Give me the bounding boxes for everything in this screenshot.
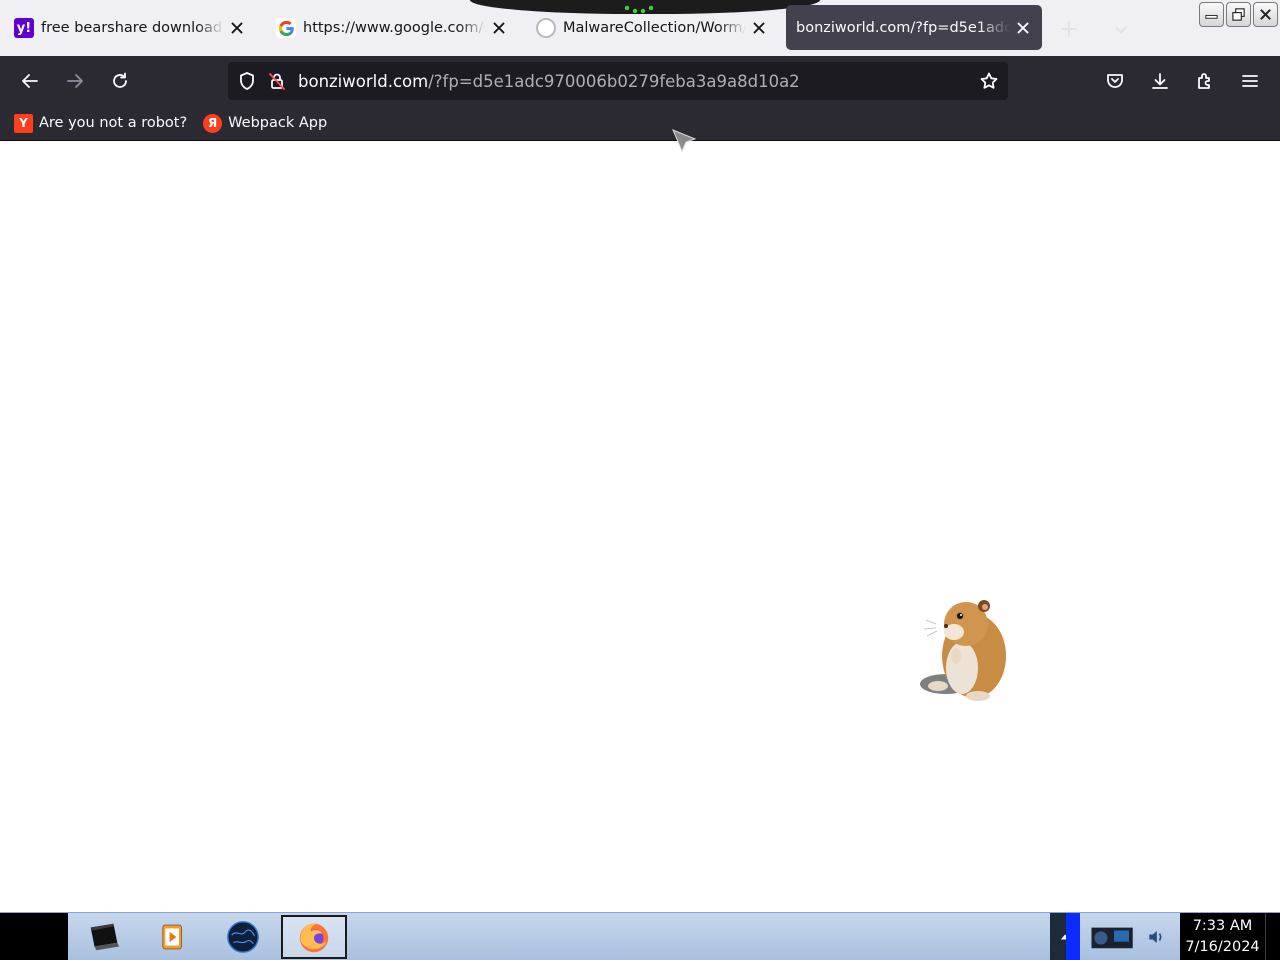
forward-arrow-icon (67, 74, 83, 88)
firefox-app-icon[interactable] (281, 915, 347, 959)
show-desktop-button[interactable] (1265, 913, 1280, 960)
extensions-button[interactable] (1190, 66, 1220, 96)
app-menu-button[interactable] (1235, 66, 1265, 96)
bookmarks-toolbar: Y Are you not a robot? Я Webpack App (0, 106, 1280, 141)
speaker-tray-icon[interactable] (1146, 927, 1166, 947)
bookmark-star-icon[interactable] (978, 70, 1000, 92)
close-tab-icon[interactable] (490, 19, 508, 37)
globe-app-icon[interactable] (210, 915, 276, 959)
tab-title: bonziworld.com/?fp=d5e1adc97 (796, 19, 1010, 36)
back-arrow-icon (22, 74, 38, 88)
url-host: bonziworld.com (298, 71, 429, 91)
url-path: /?fp=d5e1adc970006b0279feba3a9a8d10a2 (428, 71, 800, 91)
github-favicon (536, 18, 556, 38)
yandex-y-icon: Y (14, 113, 33, 133)
back-button[interactable] (15, 66, 45, 96)
minimize-icon (1205, 14, 1218, 19)
system-clock[interactable]: 7:33 AM 7/16/2024 (1180, 913, 1265, 960)
page-content[interactable] (0, 141, 1280, 912)
tab-yahoo[interactable]: y! free bearshare download - Y (4, 6, 256, 50)
terminal-app-icon[interactable] (71, 915, 137, 959)
restore-button[interactable] (1226, 2, 1251, 27)
restore-icon (1232, 8, 1245, 21)
pocket-button[interactable] (1100, 66, 1130, 96)
tab-bonziworld[interactable]: bonziworld.com/?fp=d5e1adc97 (786, 5, 1042, 50)
forward-button[interactable] (60, 66, 90, 96)
yandex-icon: Я (203, 113, 223, 133)
taskbar: 7:33 AM 7/16/2024 (0, 912, 1280, 960)
bookmark-label: Webpack App (228, 115, 328, 131)
new-tab-plus-icon[interactable] (1058, 18, 1080, 40)
tab-strip: y! free bearshare download - Y https://w… (0, 0, 1280, 56)
tab-title: free bearshare download - Y (41, 20, 224, 36)
network-display-tray-icon[interactable] (1088, 922, 1140, 952)
list-all-tabs-chevron-icon[interactable] (1110, 18, 1132, 40)
clock-date: 7/16/2024 (1185, 939, 1260, 955)
reload-icon (113, 72, 127, 88)
navigation-toolbar: bonziworld.com/?fp=d5e1adc970006b0279feb… (0, 56, 1280, 106)
downloads-button[interactable] (1145, 66, 1175, 96)
yahoo-favicon: y! (14, 18, 34, 38)
insecure-lock-icon[interactable] (266, 70, 288, 92)
tracking-protection-shield-icon[interactable] (236, 70, 258, 92)
google-favicon (276, 18, 296, 38)
hamster-character[interactable] (916, 594, 1012, 706)
tab-title: MalwareCollection/Worm/W (563, 20, 746, 36)
minimize-button[interactable] (1199, 2, 1224, 27)
reload-button[interactable] (105, 66, 135, 96)
tab-title: https://www.google.com/sea (303, 20, 486, 36)
bookmark-webpack-app[interactable]: Я Webpack App (203, 113, 328, 133)
clock-time: 7:33 AM (1192, 918, 1253, 934)
close-window-button[interactable] (1253, 2, 1278, 27)
close-tab-icon[interactable] (1014, 19, 1032, 37)
bookmark-are-you-not-a-robot[interactable]: Y Are you not a robot? (14, 113, 188, 133)
close-window-icon (1260, 9, 1271, 20)
url-bar[interactable]: bonziworld.com/?fp=d5e1adc970006b0279feb… (228, 62, 1008, 100)
puzzle-extensions-icon (1198, 73, 1210, 89)
pocket-icon (1107, 74, 1123, 88)
tab-github[interactable]: MalwareCollection/Worm/W (526, 6, 778, 50)
tray-separator (1066, 913, 1080, 960)
url-text[interactable]: bonziworld.com/?fp=d5e1adc970006b0279feb… (298, 72, 970, 91)
tab-google[interactable]: https://www.google.com/sea (266, 6, 518, 50)
close-tab-icon[interactable] (228, 19, 246, 37)
media-player-app-icon[interactable] (140, 915, 206, 959)
start-area[interactable] (0, 913, 68, 960)
download-icon (1152, 73, 1168, 89)
bookmark-label: Are you not a robot? (39, 115, 188, 131)
system-tray (1082, 913, 1178, 960)
hamburger-menu-icon (1242, 75, 1258, 87)
window-controls (1199, 2, 1278, 27)
close-tab-icon[interactable] (750, 19, 768, 37)
mouse-pointer-icon (672, 129, 697, 153)
